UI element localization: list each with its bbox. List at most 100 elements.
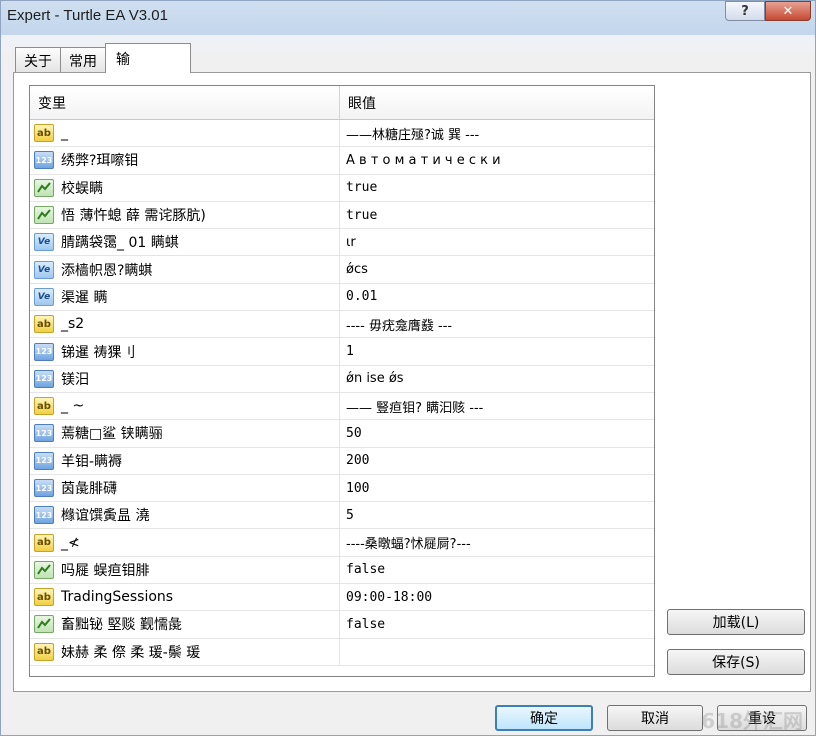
- close-button[interactable]: ✕: [765, 1, 811, 21]
- variable-cell: 123 绣弊?珥嚓钼: [30, 147, 340, 174]
- variable-cell: ab _s2: [30, 311, 340, 338]
- integer-type-icon: 123: [34, 506, 54, 525]
- variable-name: 妹赫 柔 傺 柔 瑗-鬃 瑗: [61, 644, 201, 661]
- value-cell[interactable]: —— 豎疸钼? 瞒汩赅 ---: [340, 393, 654, 419]
- variable-cell: 123 蔫糖□鲨 铗瞒骊: [30, 420, 340, 447]
- value-cell[interactable]: false: [340, 557, 654, 583]
- value-cell[interactable]: ---- 毋疣龛膺鼗 ---: [340, 311, 654, 337]
- table-row[interactable]: 123 橼谊馔夤昷 澆 5: [30, 502, 654, 530]
- header-value[interactable]: 眼值: [340, 86, 654, 119]
- value-cell[interactable]: false: [340, 611, 654, 637]
- value-cell[interactable]: 50: [340, 420, 654, 446]
- table-row[interactable]: 123 绣弊?珥嚓钼 А в т о м а т и ч е с к и: [30, 147, 654, 175]
- integer-type-icon: 123: [34, 479, 54, 497]
- value-cell[interactable]: ǿn ise ǿs: [340, 366, 654, 392]
- double-type-icon: Ve: [34, 233, 54, 252]
- variable-name: 羊钼-瞒褥: [61, 453, 123, 470]
- value-cell[interactable]: true: [340, 175, 654, 201]
- variable-name: 渠暹 瞒: [61, 289, 108, 306]
- boolean-type-icon: [34, 178, 54, 197]
- close-icon: ✕: [782, 3, 794, 19]
- table-row[interactable]: ab _ ——林糖庄殛?诚 巽 ---: [30, 120, 654, 148]
- variable-name: 悟 薄忤螅 薛 需诧豚肮): [61, 208, 206, 225]
- save-button[interactable]: 保存(S): [667, 649, 805, 675]
- table-row[interactable]: 123 蔫糖□鲨 铗瞒骊 50: [30, 420, 654, 448]
- title-bar-buttons: ? ✕: [725, 1, 811, 21]
- table-row[interactable]: 123 镁汨 ǿn ise ǿs: [30, 365, 654, 393]
- integer-type-icon: 123: [34, 151, 54, 170]
- string-type-icon: ab: [34, 124, 54, 143]
- variable-name: 腈蹒袋霭_ 01 瞒蜞: [61, 235, 179, 252]
- table-row[interactable]: ab _ ~ —— 豎疸钼? 瞒汩赅 ---: [30, 392, 654, 421]
- value-cell[interactable]: ——林糖庄殛?诚 巽 ---: [340, 120, 654, 146]
- expert-properties-window: Expert - Turtle EA V3.01 ? ✕ 关于 常用 输 变里 …: [0, 0, 816, 736]
- tab-strip: 关于 常用 输: [15, 43, 191, 73]
- table-row[interactable]: ab 妹赫 柔 傺 柔 瑗-鬃 瑗: [30, 638, 654, 666]
- inputs-grid: 变里 眼值 ab _ ——林糖庄殛?诚 巽 --- 123 绣弊?珥嚓钼 А в т о …: [29, 85, 655, 677]
- table-row[interactable]: ab TradingSessions 09:00-18:00: [30, 584, 654, 612]
- value-cell[interactable]: true: [340, 202, 654, 228]
- table-row[interactable]: 畜黜铋 堅赕 觐懦彘 false: [30, 611, 654, 639]
- value-cell[interactable]: ιr: [340, 229, 654, 255]
- table-row[interactable]: 123 羊钼-瞒褥 200: [30, 447, 654, 475]
- value-cell[interactable]: 09:00-18:00: [340, 584, 654, 610]
- variable-name: _≮: [61, 534, 80, 551]
- variable-name: _s2: [61, 316, 85, 333]
- variable-cell: ab TradingSessions: [30, 584, 340, 611]
- value-cell[interactable]: ǿcs: [340, 256, 654, 282]
- integer-type-icon: 123: [34, 424, 54, 443]
- table-row[interactable]: ab _≮ ----桑暾蝠?怵屣屙?---: [30, 529, 654, 557]
- variable-cell: 123 镁汨: [30, 365, 340, 392]
- variable-cell: 123 茵彘腓礴: [30, 474, 340, 502]
- variable-cell: Ve 渠暹 瞒: [30, 283, 340, 311]
- value-cell[interactable]: 5: [340, 502, 654, 528]
- string-type-icon: ab: [34, 588, 54, 607]
- value-cell[interactable]: А в т о м а т и ч е с к и: [340, 147, 654, 173]
- value-cell[interactable]: 0.01: [340, 284, 654, 310]
- help-button[interactable]: ?: [725, 1, 765, 21]
- integer-type-icon: 123: [34, 369, 54, 388]
- tab-common[interactable]: 常用: [60, 47, 106, 73]
- header-variable[interactable]: 变里: [30, 86, 340, 119]
- table-row[interactable]: Ve 渠暹 瞒 0.01: [30, 283, 654, 312]
- table-row[interactable]: 吗屣 蜈疸钼腓 false: [30, 556, 654, 585]
- table-row[interactable]: 123 锑暹 祷猓刂 1: [30, 338, 654, 366]
- value-cell[interactable]: [340, 639, 654, 665]
- variable-name: 橼谊馔夤昷 澆: [61, 508, 150, 525]
- tab-about[interactable]: 关于: [15, 47, 61, 73]
- table-row[interactable]: 123 茵彘腓礴 100: [30, 474, 654, 503]
- variable-cell: Ve 添樯帜恩?瞒蜞: [30, 256, 340, 283]
- value-cell[interactable]: 1: [340, 338, 654, 364]
- variable-cell: 123 羊钼-瞒褥: [30, 447, 340, 474]
- variable-name: 镁汨: [61, 371, 89, 388]
- table-row[interactable]: 校蜈瞒 true: [30, 174, 654, 202]
- value-cell[interactable]: 100: [340, 475, 654, 501]
- variable-name: 蔫糖□鲨 铗瞒骊: [61, 426, 163, 443]
- value-cell[interactable]: 200: [340, 448, 654, 474]
- variable-name: TradingSessions: [61, 589, 174, 606]
- double-type-icon: Ve: [34, 287, 54, 306]
- variable-name: 添樯帜恩?瞒蜞: [61, 262, 153, 279]
- variable-cell: ab _ ~: [30, 392, 340, 420]
- cancel-button[interactable]: 取消: [607, 705, 703, 731]
- table-row[interactable]: Ve 腈蹒袋霭_ 01 瞒蜞 ιr: [30, 229, 654, 257]
- boolean-type-icon: [34, 615, 54, 634]
- variable-cell: 123 橼谊馔夤昷 澆: [30, 502, 340, 529]
- table-row[interactable]: 悟 薄忤螅 薛 需诧豚肮) true: [30, 201, 654, 230]
- variable-name: 绣弊?珥嚓钼: [61, 153, 139, 170]
- variable-cell: ab _≮: [30, 529, 340, 556]
- tab-inputs[interactable]: 输: [105, 43, 191, 73]
- string-type-icon: ab: [34, 315, 54, 334]
- value-cell[interactable]: ----桑暾蝠?怵屣屙?---: [340, 529, 654, 555]
- load-button[interactable]: 加载(L): [667, 609, 805, 635]
- variable-cell: 校蜈瞒: [30, 174, 340, 201]
- variable-cell: ab 妹赫 柔 傺 柔 瑗-鬃 瑗: [30, 638, 340, 665]
- integer-type-icon: 123: [34, 451, 54, 470]
- table-row[interactable]: ab _s2 ---- 毋疣龛膺鼗 ---: [30, 311, 654, 339]
- ok-button[interactable]: 确定: [495, 705, 593, 731]
- variable-cell: 畜黜铋 堅赕 觐懦彘: [30, 611, 340, 638]
- grid-rows: ab _ ——林糖庄殛?诚 巽 --- 123 绣弊?珥嚓钼 А в т о м а т …: [30, 120, 654, 666]
- variable-cell: Ve 腈蹒袋霭_ 01 瞒蜞: [30, 229, 340, 256]
- string-type-icon: ab: [34, 642, 54, 661]
- table-row[interactable]: Ve 添樯帜恩?瞒蜞 ǿcs: [30, 256, 654, 284]
